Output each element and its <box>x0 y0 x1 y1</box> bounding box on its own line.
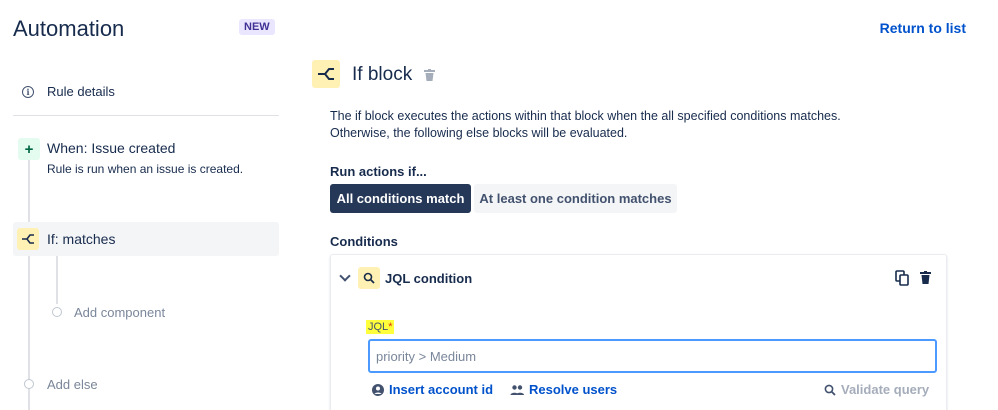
sidebar-item-rule-details[interactable]: i Rule details <box>22 84 115 99</box>
trash-icon[interactable] <box>424 68 435 86</box>
jql-label-text: JQL <box>368 321 389 333</box>
required-mark: * <box>388 321 393 333</box>
add-component-dot <box>52 307 62 317</box>
sidebar-divider <box>13 115 279 116</box>
resolve-users-label: Resolve users <box>529 382 618 397</box>
add-else-link[interactable]: Add else <box>47 377 98 392</box>
resolve-users-link[interactable]: Resolve users <box>510 382 617 397</box>
new-badge: NEW <box>239 19 275 35</box>
block-description: The if block executes the actions within… <box>330 108 890 142</box>
trash-icon[interactable] <box>920 271 931 289</box>
return-to-list-link[interactable]: Return to list <box>880 20 966 36</box>
if-item-label: If: matches <box>47 231 116 247</box>
info-icon: i <box>22 85 34 98</box>
search-icon <box>358 267 380 289</box>
conditions-label: Conditions <box>330 234 398 249</box>
at-least-one-condition-button[interactable]: At least one condition matches <box>474 184 677 213</box>
timeline-branch-line <box>56 256 58 304</box>
block-title: If block <box>352 64 413 85</box>
user-icon <box>372 383 384 396</box>
jql-condition-title[interactable]: JQL condition <box>385 271 472 286</box>
description-line-1: The if block executes the actions within… <box>330 109 841 123</box>
copy-icon[interactable] <box>895 270 909 286</box>
search-icon <box>824 384 836 396</box>
insert-account-id-label: Insert account id <box>389 382 494 397</box>
validate-query-link[interactable]: Validate query <box>824 382 929 397</box>
app-title: Automation <box>13 16 125 41</box>
branch-icon <box>17 228 39 250</box>
rule-details-label: Rule details <box>47 84 115 99</box>
jql-field-label: JQL* <box>366 320 395 334</box>
add-else-dot <box>24 379 34 389</box>
run-actions-label: Run actions if... <box>330 164 427 179</box>
branch-icon <box>312 60 340 88</box>
trigger-title[interactable]: When: Issue created <box>47 140 175 156</box>
add-component-link[interactable]: Add component <box>74 305 165 320</box>
jql-input[interactable] <box>368 339 937 373</box>
trigger-description: Rule is run when an issue is created. <box>47 162 244 176</box>
insert-account-id-link[interactable]: Insert account id <box>372 382 493 397</box>
plus-icon: + <box>18 138 40 160</box>
description-line-2: Otherwise, the following else blocks wil… <box>330 126 628 140</box>
validate-query-label: Validate query <box>841 382 930 397</box>
users-icon <box>510 384 524 396</box>
timeline-line <box>28 160 30 410</box>
all-conditions-match-button[interactable]: All conditions match <box>330 184 471 213</box>
